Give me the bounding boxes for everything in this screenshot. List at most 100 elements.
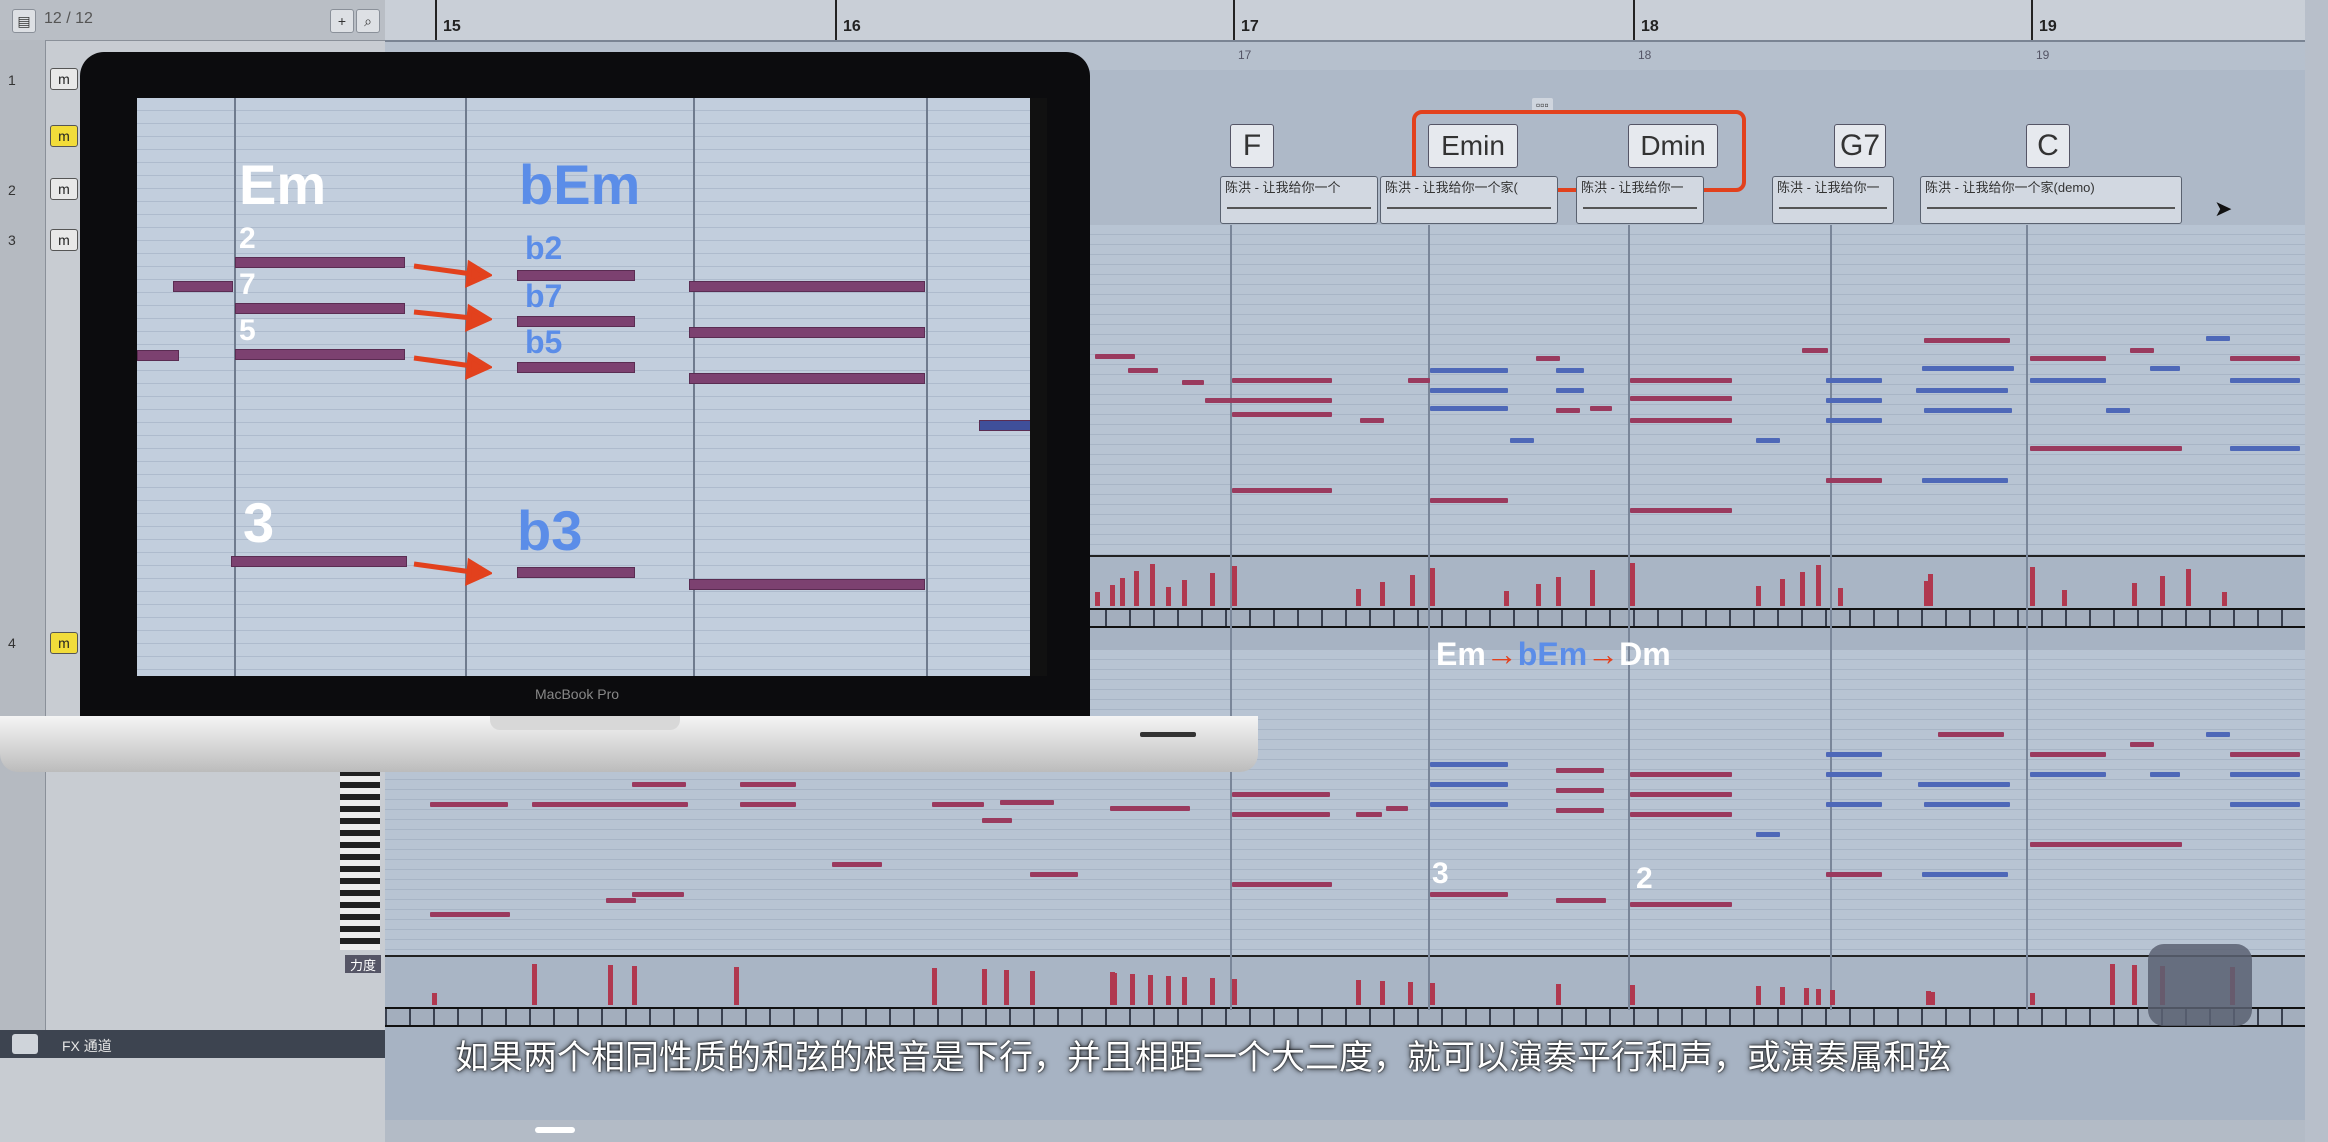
midi-note[interactable] bbox=[1826, 772, 1882, 777]
midi-note[interactable] bbox=[740, 802, 796, 807]
velocity-bar[interactable] bbox=[734, 967, 739, 1005]
midi-note[interactable] bbox=[1095, 354, 1135, 359]
midi-note[interactable] bbox=[1590, 406, 1612, 411]
audio-clip[interactable]: 陈洪 - 让我给你一 bbox=[1772, 176, 1894, 224]
midi-note[interactable] bbox=[1826, 752, 1882, 757]
velocity-bar[interactable] bbox=[1232, 566, 1237, 606]
velocity-bar[interactable] bbox=[1150, 564, 1155, 606]
velocity-bar[interactable] bbox=[2132, 583, 2137, 606]
velocity-bar[interactable] bbox=[1536, 584, 1541, 606]
velocity-bar[interactable] bbox=[1430, 983, 1435, 1005]
piano-keyboard[interactable] bbox=[340, 770, 380, 950]
midi-note[interactable] bbox=[1556, 408, 1580, 413]
velocity-bar[interactable] bbox=[1182, 580, 1187, 606]
midi-note[interactable] bbox=[2230, 446, 2300, 451]
midi-note[interactable] bbox=[1556, 768, 1604, 773]
midi-note[interactable] bbox=[1938, 732, 2004, 737]
audio-clip[interactable]: 陈洪 - 让我给你一 bbox=[1576, 176, 1704, 224]
chord-event[interactable]: C bbox=[2026, 124, 2070, 168]
midi-note[interactable] bbox=[1030, 872, 1078, 877]
midi-note[interactable] bbox=[2030, 842, 2182, 847]
midi-note[interactable] bbox=[2130, 348, 2154, 353]
velocity-bar[interactable] bbox=[1804, 988, 1809, 1005]
midi-note[interactable] bbox=[2230, 802, 2300, 807]
panel-toggle-icon[interactable]: ▤ bbox=[12, 9, 36, 33]
midi-note[interactable] bbox=[1630, 396, 1732, 401]
search-icon[interactable]: ⌕ bbox=[356, 9, 380, 33]
velocity-bar[interactable] bbox=[1120, 578, 1125, 606]
midi-note[interactable] bbox=[1430, 802, 1508, 807]
midi-note[interactable] bbox=[932, 802, 984, 807]
midi-note[interactable] bbox=[2130, 742, 2154, 747]
velocity-bar[interactable] bbox=[1356, 589, 1361, 606]
midi-note[interactable] bbox=[1110, 806, 1190, 811]
chord-event[interactable]: F bbox=[1230, 124, 1274, 168]
velocity-bar[interactable] bbox=[1166, 587, 1171, 606]
midi-note[interactable] bbox=[2206, 336, 2230, 341]
midi-note[interactable] bbox=[1630, 418, 1732, 423]
velocity-bar[interactable] bbox=[1930, 992, 1935, 1005]
audio-clip[interactable]: 陈洪 - 让我给你一个家(demo) bbox=[1920, 176, 2182, 224]
velocity-bar[interactable] bbox=[1430, 568, 1435, 606]
velocity-bar[interactable] bbox=[1095, 592, 1100, 606]
velocity-bar[interactable] bbox=[1210, 573, 1215, 606]
midi-note[interactable] bbox=[2230, 378, 2300, 383]
chord-event[interactable]: G7 bbox=[1834, 124, 1886, 168]
midi-note[interactable] bbox=[608, 802, 688, 807]
velocity-bar[interactable] bbox=[1590, 570, 1595, 606]
midi-note[interactable] bbox=[1430, 368, 1508, 373]
midi-note[interactable] bbox=[1556, 898, 1606, 903]
velocity-bar[interactable] bbox=[2030, 567, 2035, 606]
velocity-bar[interactable] bbox=[1756, 586, 1761, 606]
velocity-bar[interactable] bbox=[1380, 582, 1385, 606]
midi-note[interactable] bbox=[532, 802, 610, 807]
mute-button[interactable]: m bbox=[50, 125, 78, 147]
fx-channel-row[interactable] bbox=[0, 1030, 385, 1058]
velocity-bar[interactable] bbox=[608, 965, 613, 1005]
mute-button[interactable]: m bbox=[50, 229, 78, 251]
midi-note[interactable] bbox=[1408, 378, 1430, 383]
velocity-bar[interactable] bbox=[1110, 585, 1115, 606]
velocity-bar[interactable] bbox=[1556, 577, 1561, 606]
midi-note[interactable] bbox=[1826, 478, 1882, 483]
midi-note[interactable] bbox=[1510, 438, 1534, 443]
audio-clip[interactable]: 陈洪 - 让我给你一个家( bbox=[1380, 176, 1558, 224]
audio-clip[interactable]: 陈洪 - 让我给你一个 bbox=[1220, 176, 1378, 224]
velocity-bar[interactable] bbox=[1556, 984, 1561, 1005]
midi-note[interactable] bbox=[740, 782, 796, 787]
velocity-bar[interactable] bbox=[1928, 574, 1933, 606]
midi-note[interactable] bbox=[1430, 762, 1508, 767]
midi-note[interactable] bbox=[2206, 732, 2230, 737]
midi-note[interactable] bbox=[2230, 772, 2300, 777]
velocity-bar[interactable] bbox=[1630, 985, 1635, 1005]
midi-note[interactable] bbox=[1430, 498, 1508, 503]
velocity-bar[interactable] bbox=[1756, 986, 1761, 1005]
mute-button[interactable]: m bbox=[50, 632, 78, 654]
velocity-bar[interactable] bbox=[1182, 977, 1187, 1005]
midi-note[interactable] bbox=[2030, 772, 2106, 777]
midi-note[interactable] bbox=[1630, 772, 1732, 777]
velocity-bar[interactable] bbox=[1030, 971, 1035, 1005]
velocity-bar[interactable] bbox=[2132, 965, 2137, 1005]
velocity-bar[interactable] bbox=[1780, 987, 1785, 1005]
velocity-bar[interactable] bbox=[2160, 576, 2165, 606]
velocity-bar[interactable] bbox=[532, 964, 537, 1005]
velocity-bar[interactable] bbox=[2222, 592, 2227, 606]
velocity-bar[interactable] bbox=[1380, 981, 1385, 1005]
midi-note[interactable] bbox=[1826, 872, 1882, 877]
mute-button[interactable]: m bbox=[50, 178, 78, 200]
midi-note[interactable] bbox=[1922, 872, 2008, 877]
midi-note[interactable] bbox=[1356, 812, 1382, 817]
midi-note[interactable] bbox=[2230, 752, 2300, 757]
velocity-bar[interactable] bbox=[1112, 973, 1117, 1005]
midi-note[interactable] bbox=[1128, 368, 1158, 373]
midi-note[interactable] bbox=[1232, 398, 1332, 403]
midi-note[interactable] bbox=[2030, 446, 2182, 451]
midi-note[interactable] bbox=[1630, 378, 1732, 383]
add-track-icon[interactable]: + bbox=[330, 9, 354, 33]
velocity-bar[interactable] bbox=[1232, 979, 1237, 1005]
midi-note[interactable] bbox=[1924, 338, 2010, 343]
midi-note[interactable] bbox=[1430, 388, 1508, 393]
velocity-bar[interactable] bbox=[1630, 563, 1635, 606]
velocity-bar[interactable] bbox=[1408, 982, 1413, 1005]
